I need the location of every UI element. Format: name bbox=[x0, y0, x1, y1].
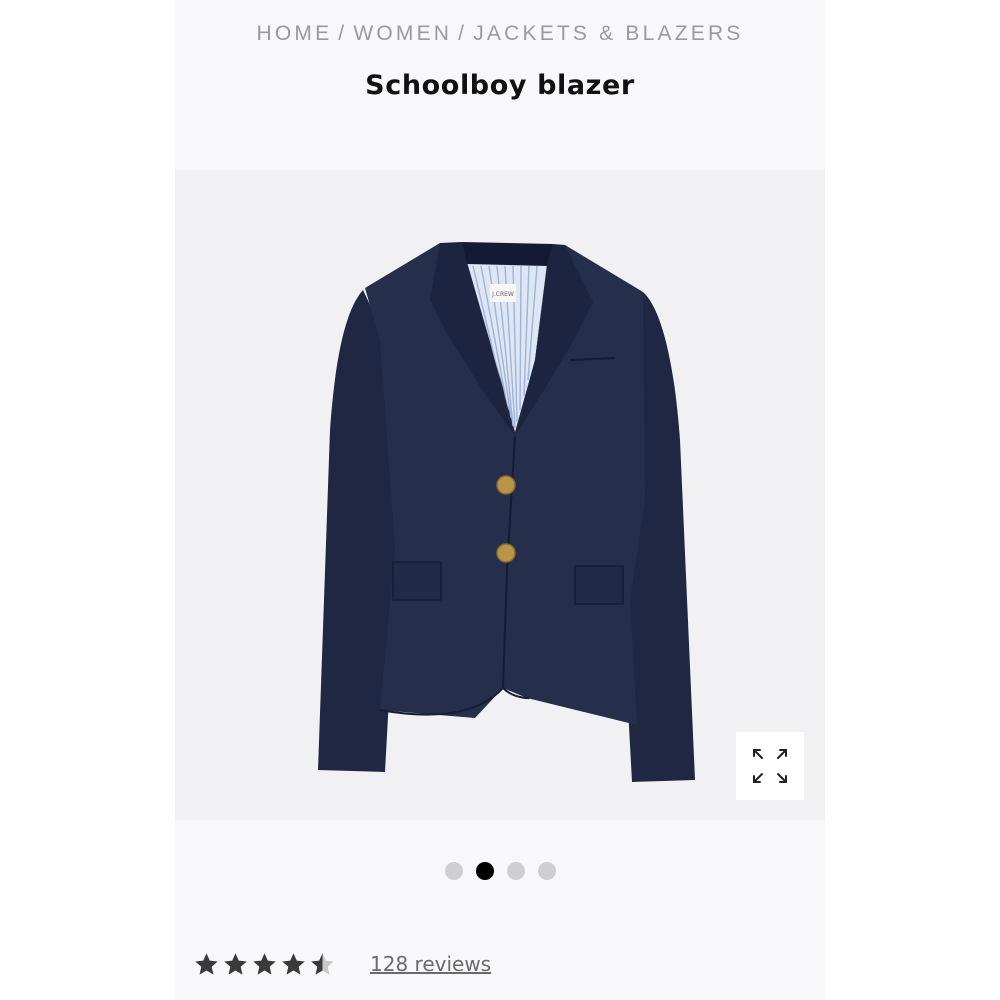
carousel-dot-4[interactable] bbox=[537, 862, 556, 880]
breadcrumb-home[interactable]: HOME bbox=[256, 22, 332, 45]
breadcrumb-jackets-blazers[interactable]: JACKETS & BLAZERS bbox=[473, 22, 743, 45]
expand-arrows-icon bbox=[753, 749, 787, 783]
breadcrumb: HOME / WOMEN / JACKETS & BLAZERS bbox=[175, 22, 825, 46]
carousel-dot-1[interactable] bbox=[444, 862, 463, 880]
product-title: Schoolboy blazer bbox=[365, 70, 635, 101]
carousel-dots bbox=[175, 862, 825, 880]
breadcrumb-separator: / bbox=[338, 22, 348, 45]
reviews-link[interactable]: 128 reviews bbox=[370, 952, 491, 976]
breadcrumb-women[interactable]: WOMEN bbox=[353, 22, 452, 45]
blazer-image: J.CREW bbox=[318, 242, 695, 782]
star-icon bbox=[253, 952, 276, 975]
star-rating bbox=[193, 951, 336, 978]
product-image[interactable]: J.CREW bbox=[175, 170, 825, 820]
star-icon bbox=[195, 952, 218, 975]
carousel-dot-2[interactable] bbox=[475, 862, 494, 880]
half-star-icon bbox=[311, 952, 334, 975]
breadcrumb-separator: / bbox=[458, 22, 468, 45]
star-icon bbox=[224, 952, 247, 975]
brand-label: J.CREW bbox=[491, 291, 514, 298]
product-rating: 128 reviews bbox=[193, 944, 491, 984]
star-icon bbox=[282, 952, 305, 975]
expand-image-button[interactable] bbox=[736, 732, 804, 800]
carousel-dot-3[interactable] bbox=[506, 862, 525, 880]
product-page: HOME / WOMEN / JACKETS & BLAZERS Schoolboy b… bbox=[175, 0, 825, 1000]
